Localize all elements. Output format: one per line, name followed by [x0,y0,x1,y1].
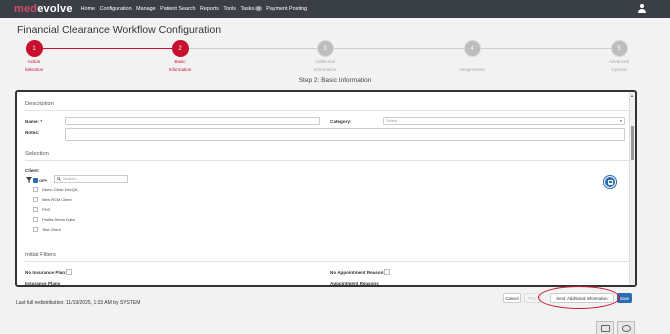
no-appointment-checkbox[interactable] [384,269,390,275]
step-label-3b: Information [313,67,337,72]
user-icon[interactable] [638,4,646,14]
logo-text-med: med [14,3,38,15]
client-checkbox[interactable] [33,187,38,192]
step-action-selection[interactable]: 1 Action Selection [4,38,64,73]
filter-icon [26,177,32,183]
filter-state-label: OFF [39,177,47,183]
chevron-down-icon: ▾ [619,118,622,123]
step-circle-4: 4 [463,40,481,57]
nav-configuration[interactable]: Configuration [100,6,132,12]
floating-save-button[interactable] [604,176,616,188]
nav-patient-search[interactable]: Patient Search [160,6,195,12]
nav-reports[interactable]: Reports [200,6,219,12]
client-name: Pruitts Demo Data [42,217,75,222]
panel-scrollbar[interactable]: ▲ [629,92,635,285]
step-label-3a: Additional [315,59,335,64]
page-title: Financial Clearance Workflow Configurati… [17,24,222,36]
step-circle-1: 1 [25,40,43,57]
nav-manage[interactable]: Manage [136,6,155,12]
cancel-button[interactable]: Cancel [503,293,521,303]
wizard-stepper: 1 Action Selection 2 Basic Information 3… [0,38,670,74]
scroll-up-icon[interactable]: ▲ [630,93,634,98]
step-label-2b: Information [168,67,192,72]
no-appointment-label: No Appointment Reason: [330,270,385,275]
chat-icon[interactable] [596,321,614,334]
step-advanced-options[interactable]: 5 Advanced Options [589,38,649,73]
search-icon [57,177,61,181]
nav-tools[interactable]: Tools [223,6,236,12]
step-circle-5: 5 [610,40,628,57]
save-disk-icon [608,180,613,185]
form-panel: ▲ Description Name: * Category: Select..… [15,90,637,287]
nav-home[interactable]: Home [81,6,95,12]
client-item[interactable]: PHS [33,206,50,213]
nav-payment-posting[interactable]: Payment Posting [266,6,307,12]
step-assignments[interactable]: 4 Assignments [442,38,502,73]
name-label: Name: * [25,119,43,124]
filter-toggle-switch[interactable] [33,177,38,183]
step-circle-2: 2 [171,40,189,57]
client-name: New RCM Client [42,197,72,202]
category-label: Category: [330,119,352,124]
insurance-plans-label: Insurance Plans [25,281,61,286]
tasks-count-badge: 0 [255,6,262,11]
initial-filters-divider [25,261,631,262]
step-label-2a: Basic [174,59,186,64]
selection-section-title: Selection [25,151,49,157]
client-checkbox[interactable] [33,217,38,222]
step-heading: Step 2: Basic Information [298,77,372,84]
step-label-5a: Advanced [608,59,629,64]
description-divider [25,110,631,111]
client-item[interactable]: Demo Clinic DevQA [33,186,78,193]
scrollbar-thumb[interactable] [631,126,634,160]
client-checkbox[interactable] [33,227,38,232]
client-name: Test Client [42,227,61,232]
logo-text-evolve: evolve [37,3,73,15]
no-insurance-label: No Insurance Plan: [25,270,67,275]
initial-filters-section-title: Initial Filters [25,252,56,258]
step-basic-information[interactable]: 2 Basic Information [150,38,210,73]
step-label-4b [442,59,502,65]
step-label-5b: Options [611,67,627,72]
notes-label: Notes: [25,130,40,135]
name-input[interactable] [65,117,320,125]
nav-tasks[interactable]: Tasks 0 [240,6,262,12]
step-circle-3: 3 [316,40,334,57]
client-item[interactable]: Test Client [33,226,61,233]
highlight-annotation [538,286,620,309]
category-placeholder: Select... [386,118,401,123]
selection-divider [25,160,631,161]
nav-tasks-label: Tasks [240,6,255,12]
step-label-1a: Action [27,59,41,64]
client-search-placeholder: Search... [63,176,80,181]
brand-logo[interactable]: medevolve [14,3,73,15]
description-section-title: Description [25,101,54,107]
client-name: PHS [42,207,51,212]
client-filter-toggle[interactable]: OFF [26,176,47,184]
main-nav: Home Configuration Manage Patient Search… [81,6,312,12]
client-checkbox[interactable] [33,207,38,212]
last-redistribution-text: Last full redistribution: 11/19/2025, 1:… [16,300,141,306]
top-nav-bar: medevolve Home Configuration Manage Pati… [0,0,670,18]
client-item[interactable]: Pruitts Demo Data [33,216,75,223]
category-select[interactable]: Select... ▾ [383,117,625,125]
appointment-reasons-label: Appointment Reasons [330,281,379,286]
step-label-1b: Selection [24,67,44,72]
step-label-4a: Assignments [459,67,485,72]
help-icon[interactable] [617,321,635,334]
no-insurance-checkbox[interactable] [66,269,72,275]
step-additional-information[interactable]: 3 Additional Information [295,38,355,73]
client-search-input[interactable]: Search... [54,175,128,183]
clients-label: Client: [25,168,40,173]
client-item[interactable]: New RCM Client [33,196,72,203]
client-checkbox[interactable] [33,197,38,202]
notes-textarea[interactable] [65,128,625,141]
client-name: Demo Clinic DevQA [42,187,78,192]
